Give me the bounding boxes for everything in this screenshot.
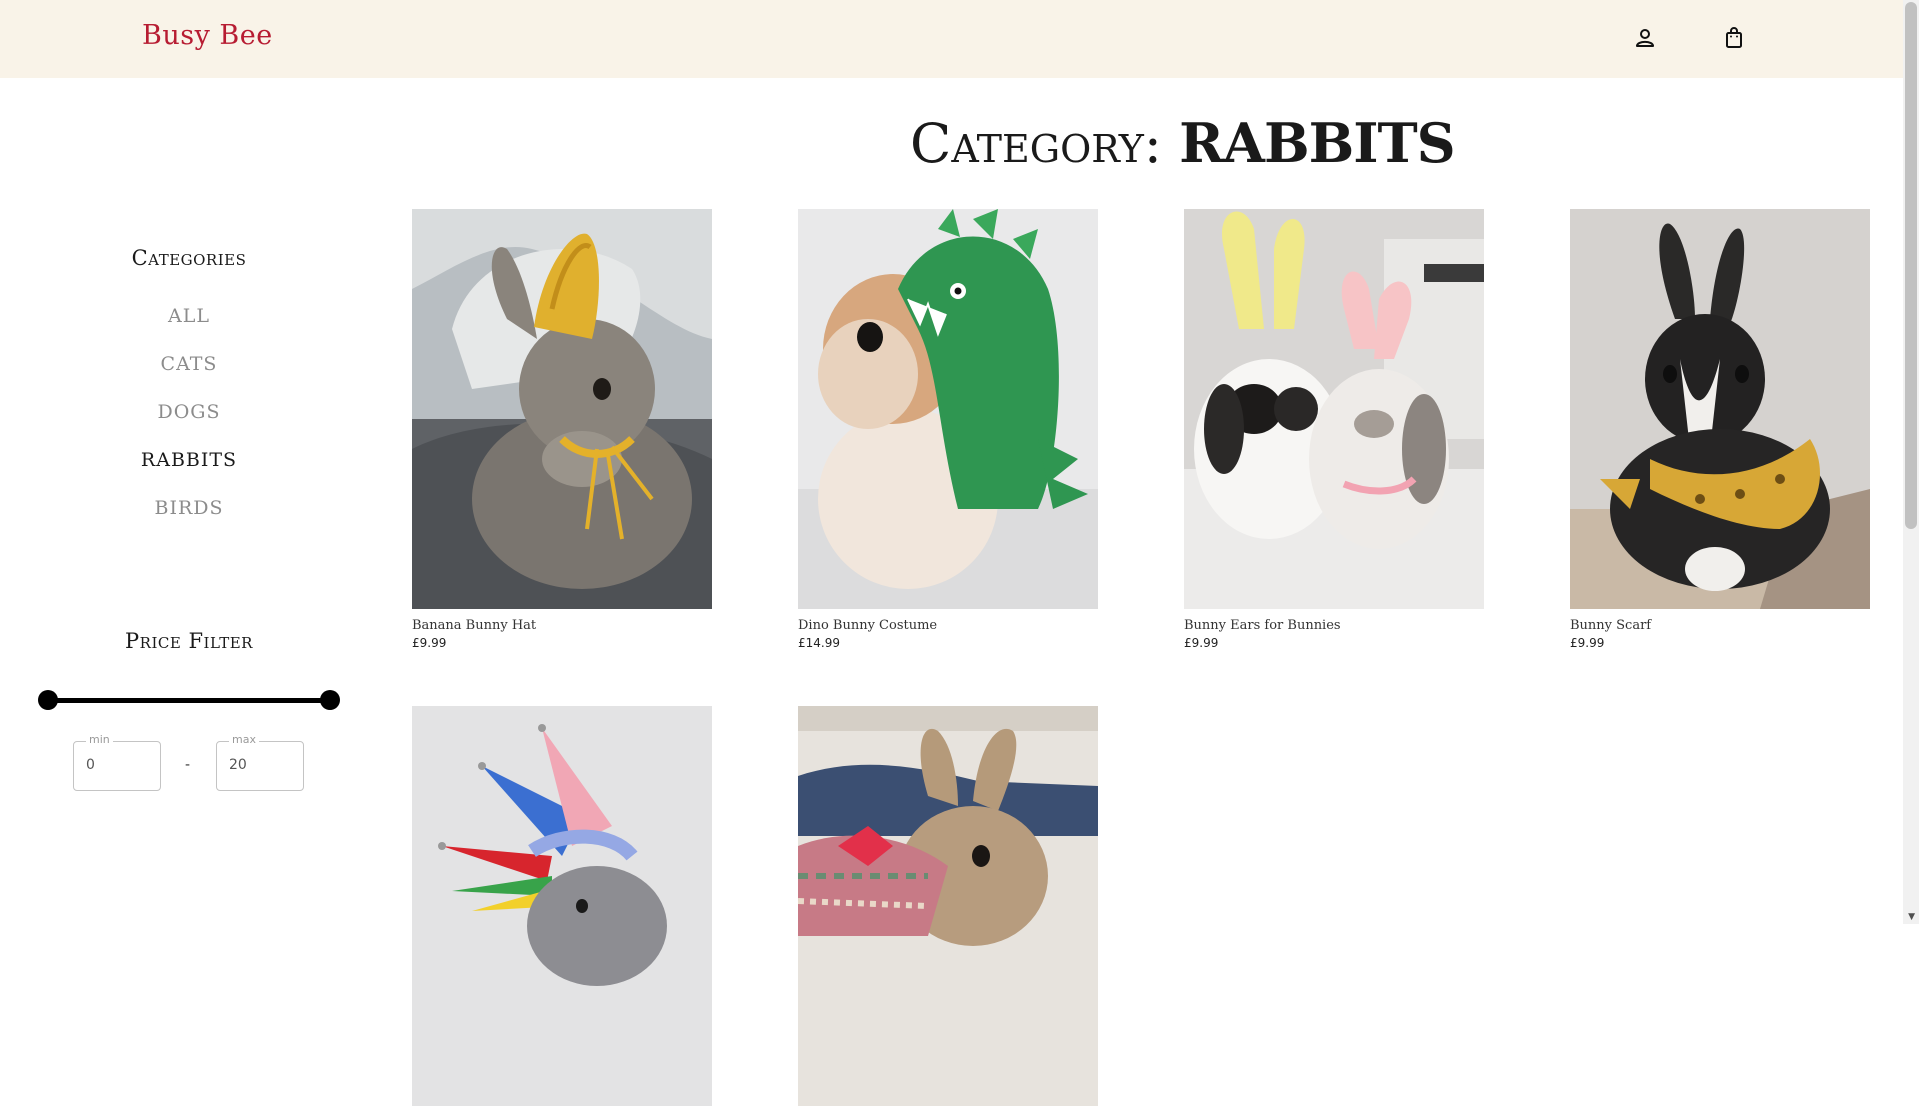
product-image[interactable] (412, 209, 712, 609)
price-min-input[interactable] (86, 757, 146, 773)
product-card[interactable]: Bunny Scarf £9.99 (1570, 209, 1870, 650)
slider-min-handle[interactable] (38, 690, 58, 710)
scrollbar-thumb[interactable] (1905, 2, 1917, 529)
product-image[interactable] (798, 209, 1098, 609)
price-min-field[interactable]: min (73, 733, 161, 791)
slider-max-handle[interactable] (320, 690, 340, 710)
product-image[interactable] (1184, 209, 1484, 609)
page-title: Category: RABBITS (910, 111, 1456, 175)
shopping-bag-icon[interactable] (1722, 26, 1746, 50)
category-item-birds[interactable]: BIRDS (0, 492, 378, 540)
brand-logo[interactable]: Busy Bee (142, 20, 273, 51)
product-price: £14.99 (798, 636, 840, 650)
product-name[interactable]: Dino Bunny Costume (798, 618, 1098, 633)
product-price: £9.99 (412, 636, 447, 650)
product-image[interactable] (1570, 209, 1870, 609)
page-scrollbar[interactable]: ▼ (1903, 0, 1919, 924)
product-image[interactable] (798, 706, 1098, 1106)
product-card[interactable]: Dino Bunny Costume £14.99 (798, 209, 1098, 650)
category-list: ALL CATS DOGS RABBITS BIRDS (0, 300, 378, 540)
categories-heading: Categories (131, 246, 247, 270)
scroll-down-arrow-icon[interactable]: ▼ (1908, 912, 1915, 922)
category-item-dogs[interactable]: DOGS (0, 396, 378, 444)
category-item-cats[interactable]: CATS (0, 348, 378, 396)
person-icon[interactable] (1633, 26, 1657, 50)
product-name[interactable]: Bunny Ears for Bunnies (1184, 618, 1484, 633)
category-item-all[interactable]: ALL (0, 300, 378, 348)
product-price: £9.99 (1184, 636, 1219, 650)
price-max-field[interactable]: max (216, 733, 304, 791)
product-card[interactable] (412, 706, 712, 1115)
slider-track[interactable] (48, 698, 330, 703)
price-range-separator: - (185, 757, 191, 773)
product-card[interactable] (798, 706, 1098, 1115)
price-filter-heading: Price Filter (125, 629, 253, 653)
product-card[interactable]: Banana Bunny Hat £9.99 (412, 209, 712, 650)
price-max-label: max (229, 733, 259, 746)
product-card[interactable]: Bunny Ears for Bunnies £9.99 (1184, 209, 1484, 650)
price-max-input[interactable] (229, 757, 289, 773)
price-min-label: min (86, 733, 113, 746)
category-item-rabbits[interactable]: RABBITS (0, 444, 378, 492)
page-title-category: RABBITS (1179, 111, 1455, 175)
product-image[interactable] (412, 706, 712, 1106)
price-range-slider[interactable] (38, 690, 340, 710)
product-name[interactable]: Banana Bunny Hat (412, 618, 712, 633)
product-name[interactable]: Bunny Scarf (1570, 618, 1870, 633)
page-title-prefix: Category: (910, 112, 1162, 175)
site-header: Busy Bee (0, 0, 1903, 78)
product-price: £9.99 (1570, 636, 1605, 650)
